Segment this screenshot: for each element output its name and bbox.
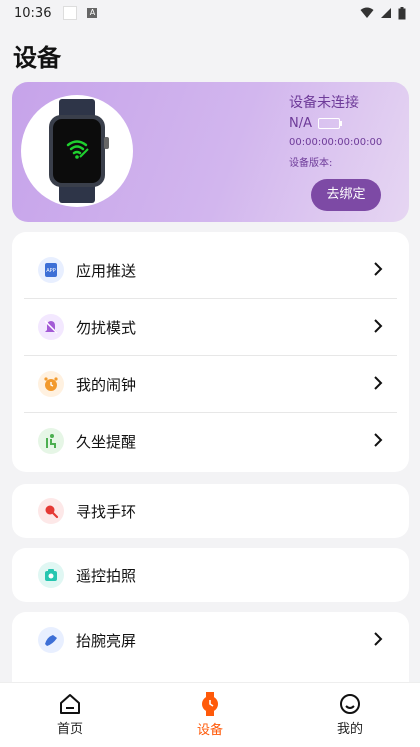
- menu-label: 我的闹钟: [76, 375, 137, 394]
- device-battery: N/A: [289, 116, 389, 131]
- raise-wrist-icon: [38, 627, 64, 653]
- signal-icon: [381, 8, 391, 18]
- menu-label: 久坐提醒: [76, 432, 137, 451]
- home-icon: [60, 694, 80, 714]
- menu-label: 遥控拍照: [76, 566, 137, 585]
- smartwatch-icon: [49, 99, 109, 203]
- find-band-icon: [38, 498, 64, 524]
- page-title: 设备: [13, 44, 61, 72]
- svg-text:APP: APP: [46, 268, 55, 274]
- remote-camera-icon: [38, 562, 64, 588]
- nav-item-home[interactable]: 首页: [30, 693, 110, 737]
- do-not-disturb-icon: [38, 314, 64, 340]
- menu-label: 抬腕亮屏: [76, 631, 137, 650]
- device-card: 设备未连接 N/A 00:00:00:00:00:00 设备版本: 去绑定: [12, 82, 409, 222]
- menu-label: 勿扰模式: [76, 318, 137, 337]
- device-battery-value: N/A: [289, 116, 312, 131]
- menu-item-do-not-disturb[interactable]: 勿扰模式: [24, 299, 397, 356]
- status-right: [360, 6, 406, 20]
- wifi-icon: [360, 7, 374, 18]
- status-time: 10:36: [14, 5, 52, 21]
- notification-icon: [63, 6, 78, 20]
- chevron-right-icon: [374, 319, 383, 333]
- settings-card-find: 寻找手环: [12, 484, 409, 538]
- menu-label: 应用推送: [76, 261, 137, 280]
- nav-item-device[interactable]: 设备: [170, 692, 250, 738]
- device-mac-address: 00:00:00:00:00:00: [289, 137, 383, 148]
- status-bar: 10:36 A: [0, 0, 420, 26]
- settings-card-remote: 遥控拍照: [12, 548, 409, 602]
- watch-image: [21, 95, 133, 207]
- chevron-right-icon: [374, 262, 383, 276]
- nav-label: 我的: [336, 722, 363, 737]
- menu-item-find-band[interactable]: 寻找手环: [24, 484, 397, 538]
- app-notification-icon: A: [87, 8, 98, 18]
- settings-card-1: APP 应用推送 勿扰模式 我的闹钟 久坐提醒: [12, 232, 409, 472]
- battery-outline-icon: [318, 118, 342, 129]
- menu-item-sedentary[interactable]: 久坐提醒: [24, 413, 397, 469]
- device-watch-icon: [202, 692, 218, 716]
- menu-item-app-push[interactable]: APP 应用推送: [24, 242, 397, 299]
- device-version: 设备版本:: [289, 158, 333, 169]
- nav-item-profile[interactable]: 我的: [310, 693, 390, 737]
- menu-label: 寻找手环: [76, 502, 137, 521]
- menu-item-alarm[interactable]: 我的闹钟: [24, 356, 397, 413]
- chevron-right-icon: [374, 632, 383, 646]
- app-push-icon: APP: [38, 257, 64, 283]
- settings-card-raise: 抬腕亮屏: [12, 612, 409, 682]
- device-connection-status: 设备未连接: [289, 95, 359, 111]
- profile-icon: [340, 694, 360, 714]
- battery-icon: [398, 6, 406, 19]
- alarm-icon: [38, 371, 64, 397]
- bind-device-button[interactable]: 去绑定: [311, 179, 381, 211]
- nav-label: 首页: [56, 722, 83, 737]
- menu-item-remote-camera[interactable]: 遥控拍照: [24, 548, 397, 602]
- menu-item-raise-wrist[interactable]: 抬腕亮屏: [24, 612, 397, 668]
- chevron-right-icon: [374, 433, 383, 447]
- device-info: 设备未连接 N/A 00:00:00:00:00:00 设备版本:: [289, 92, 389, 169]
- chevron-right-icon: [374, 376, 383, 390]
- bottom-nav: 首页 设备 我的: [0, 682, 420, 747]
- sedentary-reminder-icon: [38, 428, 64, 454]
- nav-label: 设备: [196, 723, 223, 738]
